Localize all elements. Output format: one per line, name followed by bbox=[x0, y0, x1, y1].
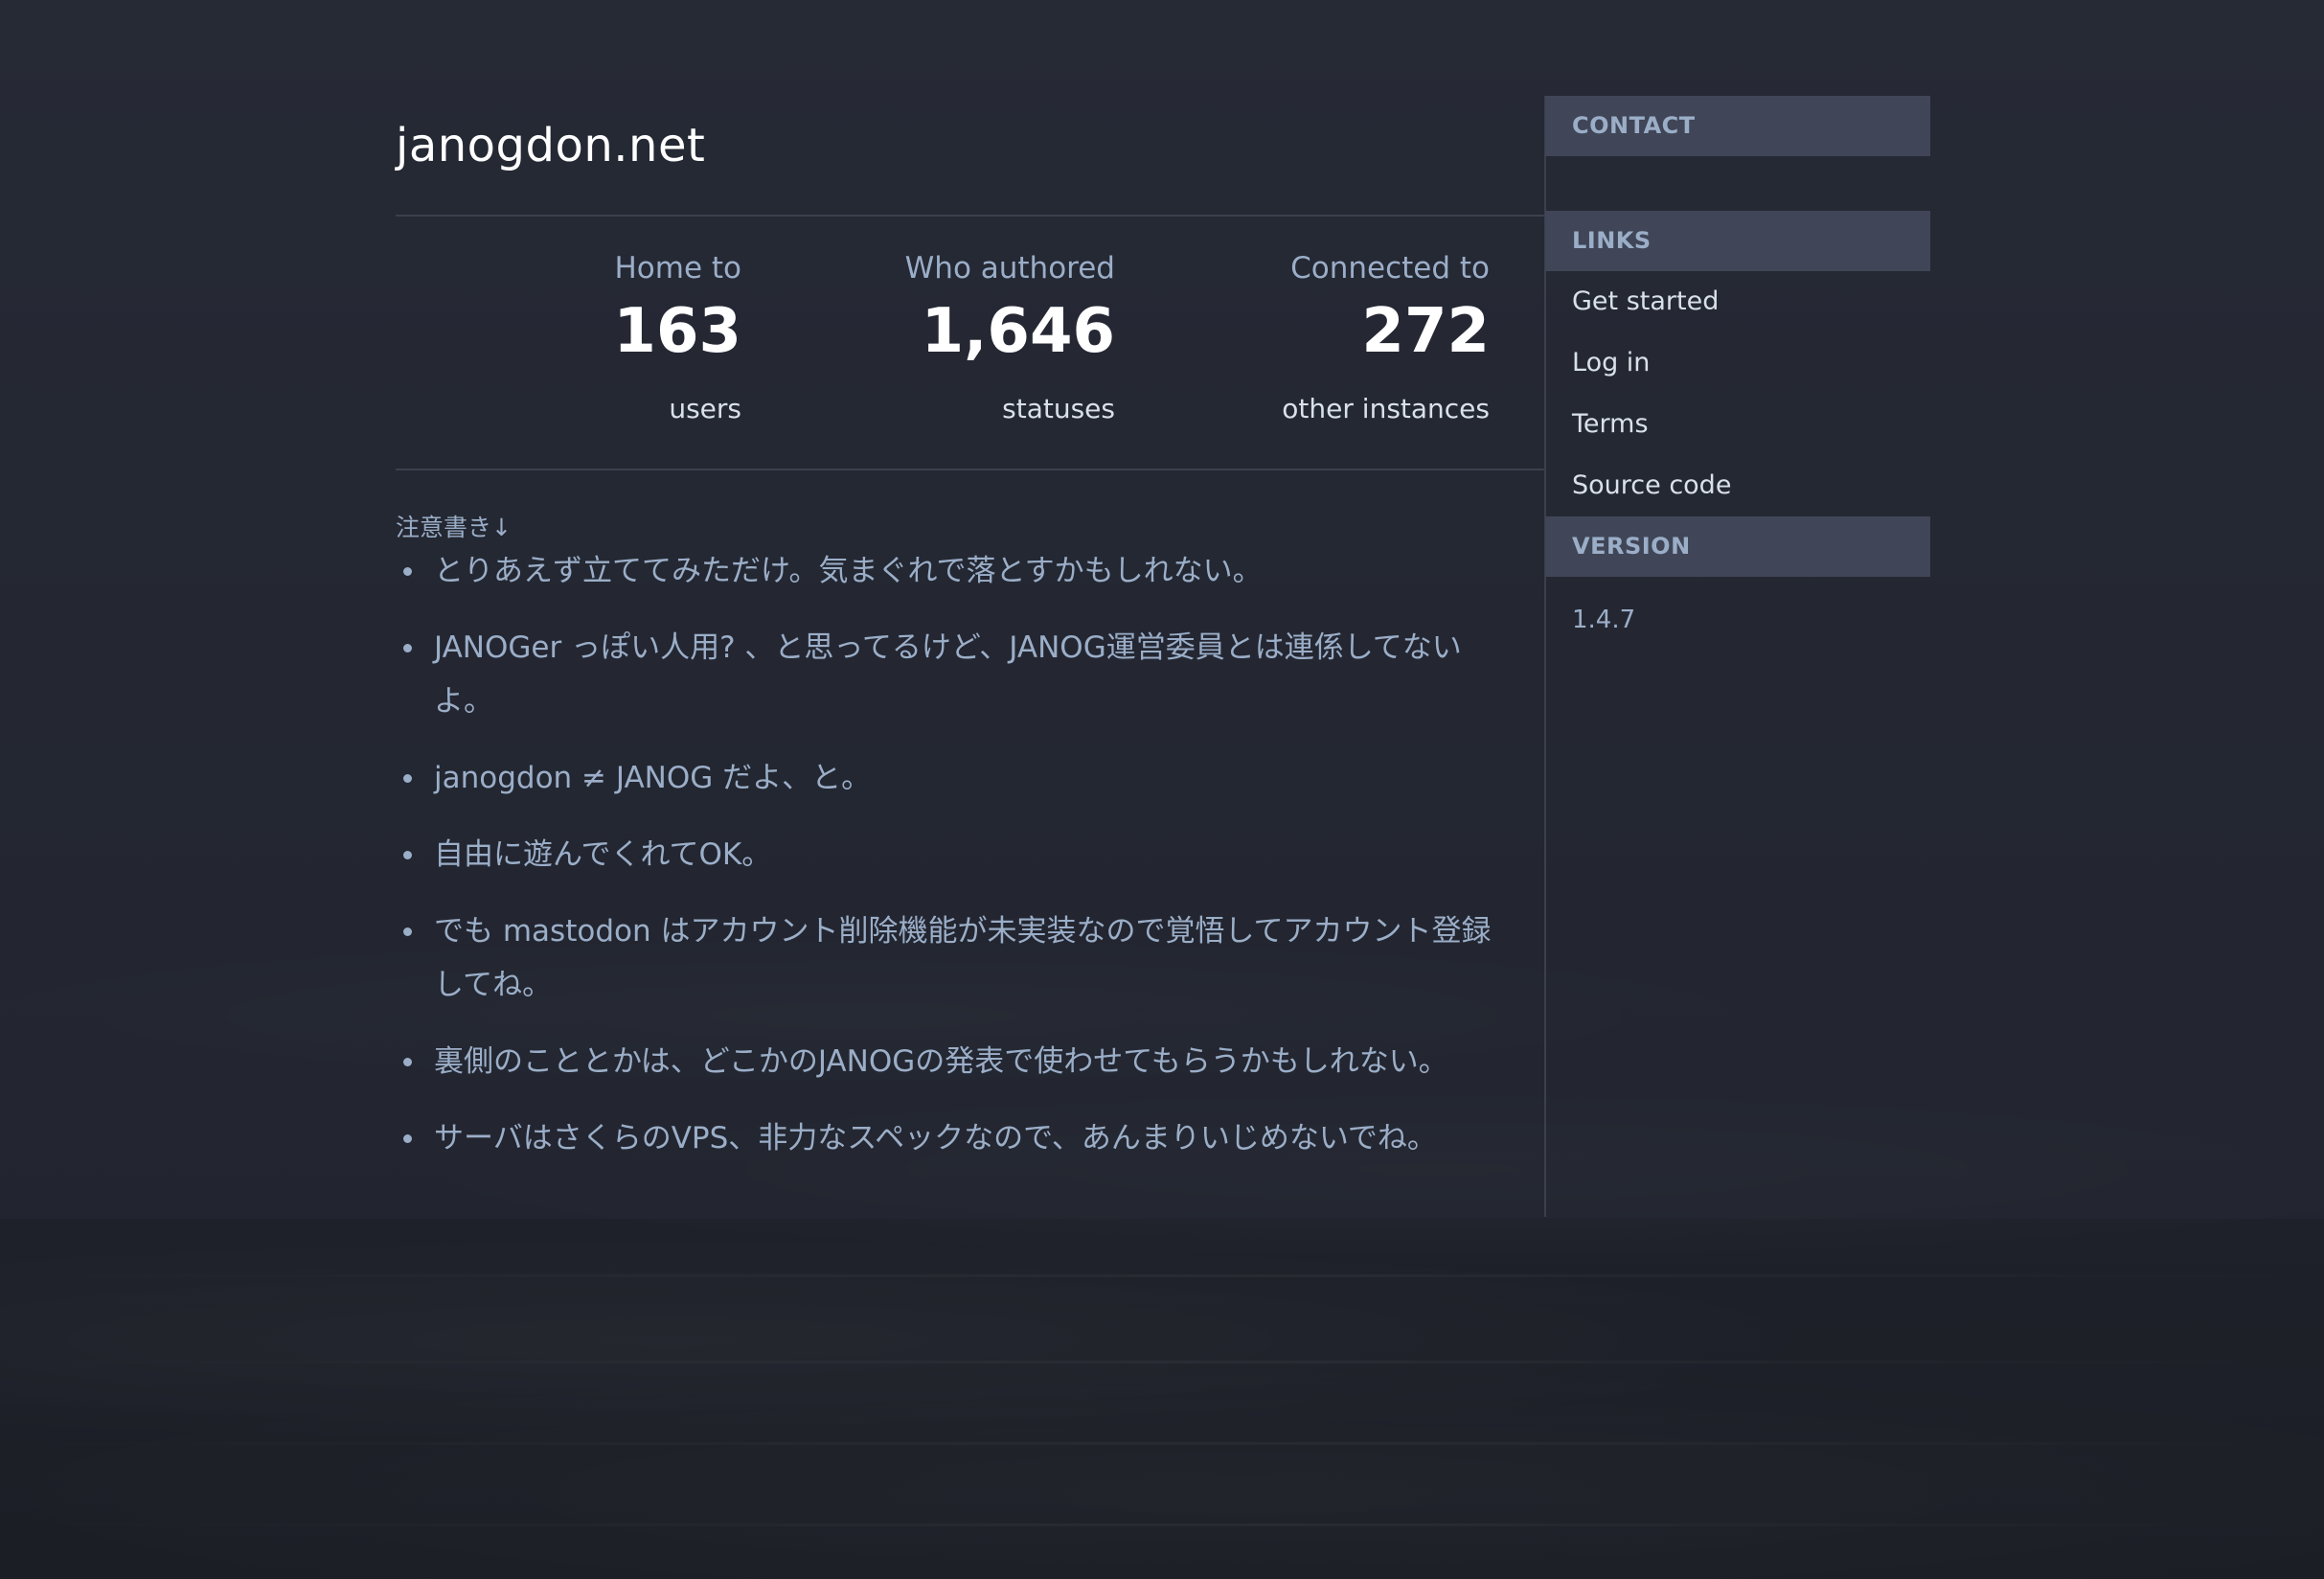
background-wave bbox=[0, 1361, 2324, 1363]
get-started-link[interactable]: Get started bbox=[1545, 271, 1930, 332]
list-item: 裏側のこととかは、どこかのJANOGの発表で使わせてもらうかもしれない。 bbox=[396, 1035, 1516, 1088]
contact-body bbox=[1545, 156, 1930, 211]
stat-value: 1,646 bbox=[921, 296, 1115, 367]
stat-unit: statuses bbox=[1002, 393, 1115, 424]
header-divider bbox=[396, 215, 1545, 217]
background-wave bbox=[0, 1442, 2324, 1445]
list-item: でも mastodon はアカウント削除機能が未実装なので覚悟してアカウント登録… bbox=[396, 904, 1516, 1012]
notice-heading: 注意書き↓ bbox=[396, 514, 512, 541]
list-item: とりあえず立ててみただけ。気まぐれで落とすかもしれない。 bbox=[396, 544, 1516, 598]
notice-list: とりあえず立ててみただけ。気まぐれで落とすかもしれない。 JANOGer っぽい… bbox=[396, 544, 1516, 1188]
list-item: 自由に遊んでくれてOK。 bbox=[396, 828, 1516, 881]
sidebar: CONTACT LINKS Get started Log in Terms S… bbox=[1545, 96, 1930, 663]
stat-label: Who authored bbox=[904, 251, 1115, 286]
version-value: 1.4.7 bbox=[1572, 606, 1636, 634]
stats-divider bbox=[396, 469, 1545, 470]
list-item: janogdon ≠ JANOG だよ、と。 bbox=[396, 751, 1516, 805]
list-item: JANOGer っぽい人用? 、と思ってるけど、JANOG運営委員とは連係してな… bbox=[396, 621, 1516, 728]
source-code-link[interactable]: Source code bbox=[1545, 455, 1930, 516]
terms-link[interactable]: Terms bbox=[1545, 394, 1930, 455]
stat-label: Home to bbox=[614, 251, 741, 286]
links-header: LINKS bbox=[1545, 211, 1930, 271]
site-title[interactable]: janogdon.net bbox=[396, 119, 705, 172]
version-header: VERSION bbox=[1545, 516, 1930, 577]
background-wave bbox=[0, 1523, 2324, 1526]
stat-unit: users bbox=[669, 393, 741, 424]
stat-statuses: Who authored 1,646 statuses bbox=[862, 251, 1115, 424]
log-in-link[interactable]: Log in bbox=[1545, 332, 1930, 394]
stat-unit: other instances bbox=[1282, 393, 1490, 424]
stat-instances: Connected to 272 other instances bbox=[1226, 251, 1490, 424]
stat-label: Connected to bbox=[1290, 251, 1490, 286]
stat-users: Home to 163 users bbox=[575, 251, 741, 424]
list-item: サーバはさくらのVPS、非力なスペックなので、あんまりいじめないでね。 bbox=[396, 1111, 1516, 1165]
stat-value: 163 bbox=[613, 296, 741, 367]
contact-header: CONTACT bbox=[1545, 96, 1930, 156]
stat-value: 272 bbox=[1361, 296, 1490, 367]
background-wave bbox=[0, 1274, 2324, 1277]
